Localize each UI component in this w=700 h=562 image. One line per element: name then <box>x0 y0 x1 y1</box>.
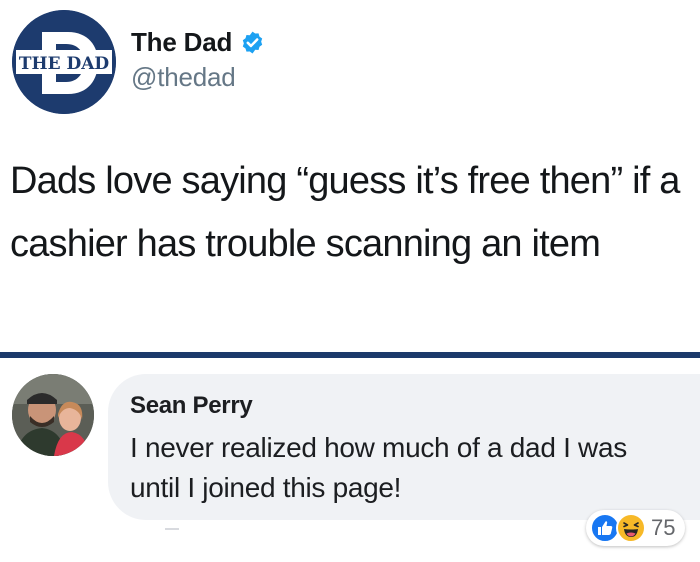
comment-bubble: Sean Perry I never realized how much of … <box>108 374 700 520</box>
tweet-card: THE DAD The Dad @thedad Dads love saying… <box>0 0 700 352</box>
logo-text: THE DAD <box>19 54 110 74</box>
haha-icon <box>616 513 646 543</box>
the-dad-logo-icon: THE DAD <box>12 10 116 114</box>
verified-badge-icon <box>240 30 265 55</box>
tweet-author-row: The Dad <box>131 26 265 58</box>
comment-divider-mark <box>165 528 179 530</box>
tweet-author-name[interactable]: The Dad <box>131 27 232 58</box>
tweet-text: Dads love saying “guess it’s free then” … <box>10 160 680 265</box>
comment-section: Sean Perry I never realized how much of … <box>0 358 700 562</box>
reaction-count: 75 <box>651 515 676 540</box>
reactions-summary[interactable]: 75 <box>586 510 686 546</box>
tweet-handle[interactable]: @thedad <box>131 62 236 93</box>
tweet-avatar[interactable]: THE DAD <box>12 10 116 114</box>
commenter-avatar[interactable] <box>12 374 94 456</box>
comment-text: I never realized how much of a dad I was… <box>130 432 627 503</box>
commenter-name[interactable]: Sean Perry <box>130 392 253 420</box>
profile-photo-icon <box>12 374 94 456</box>
